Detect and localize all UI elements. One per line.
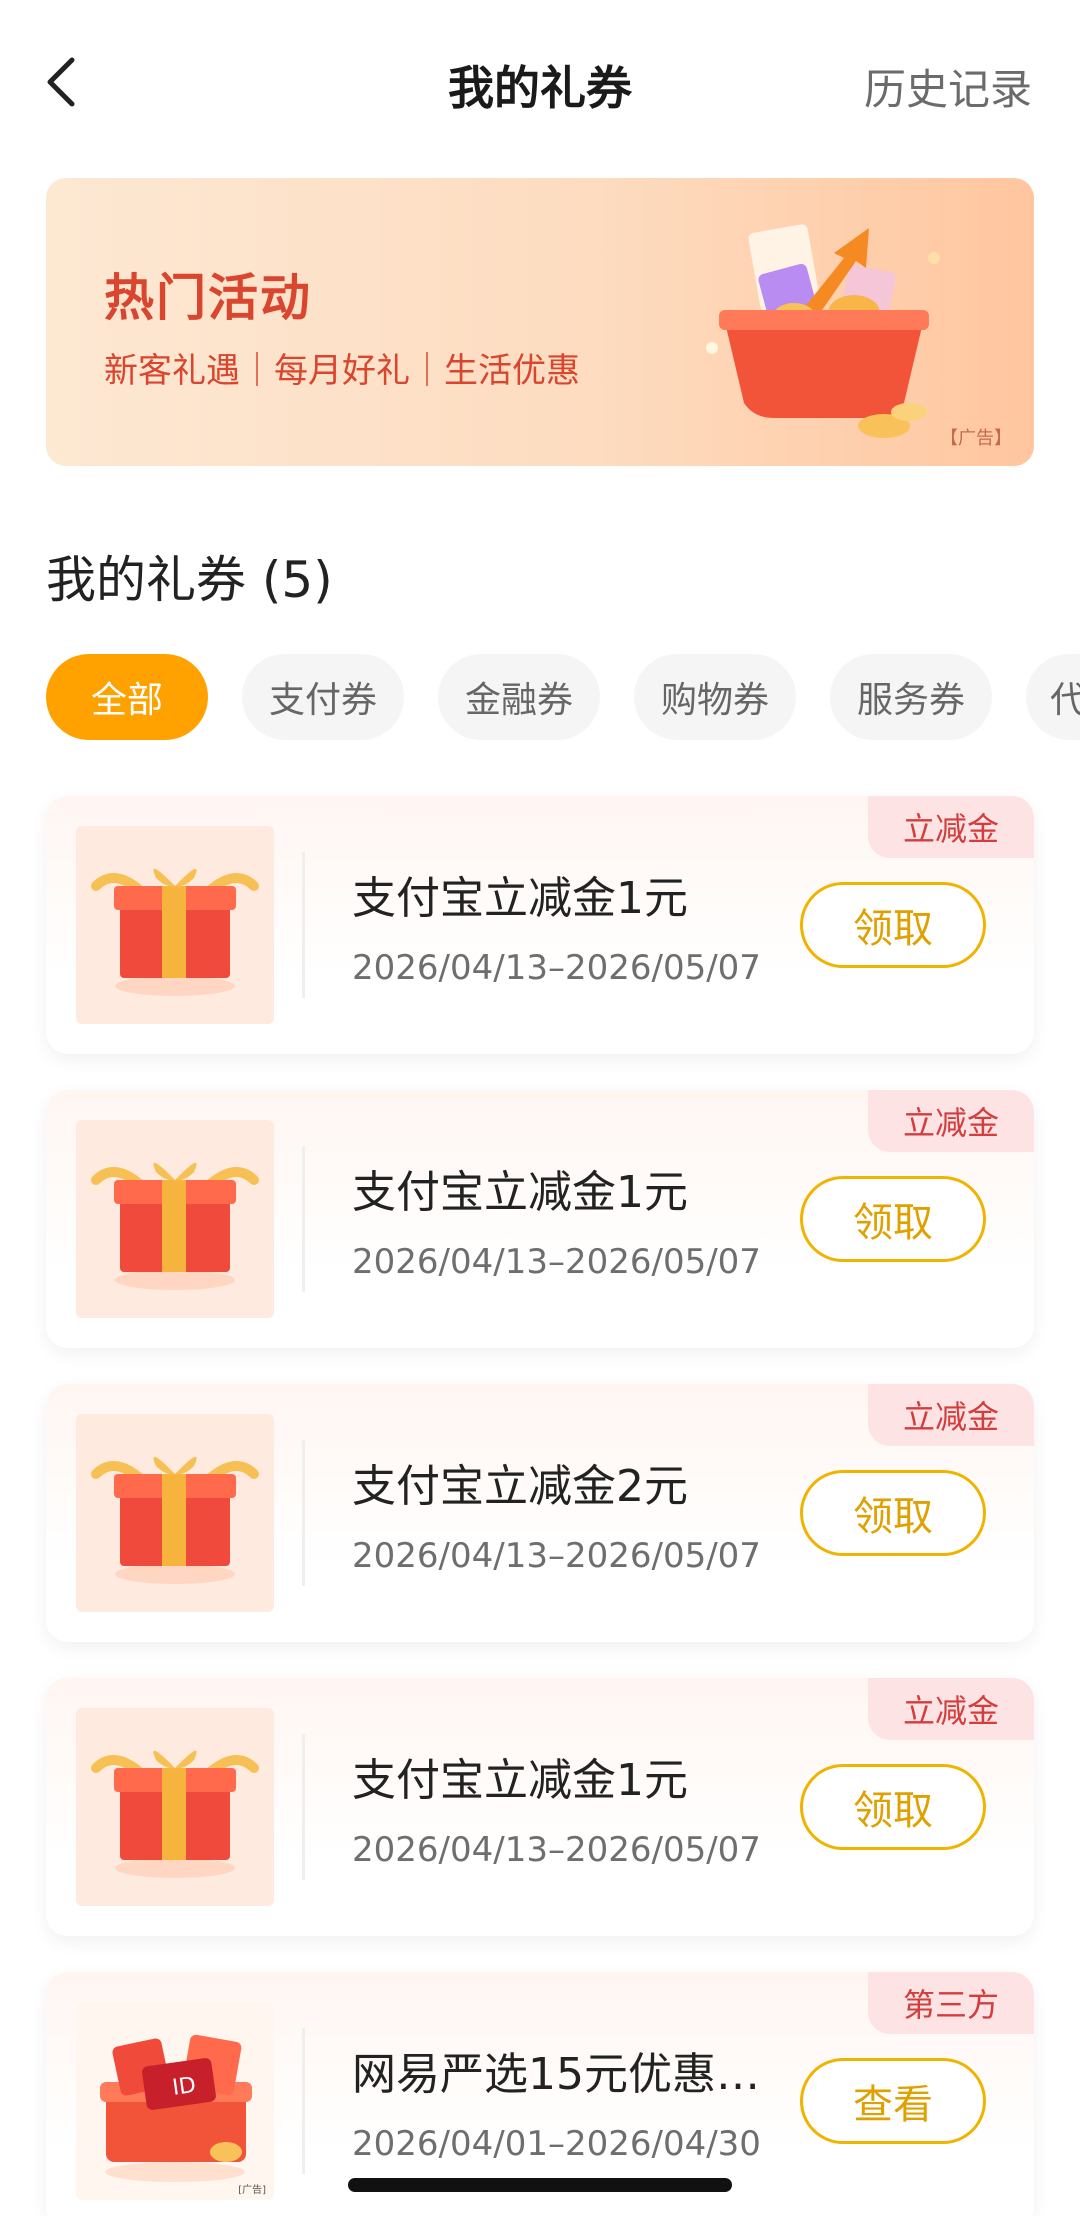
gift-box-icon	[76, 826, 274, 1024]
coupon-validity-date: 2026/04/01–2026/04/30	[352, 2124, 761, 2164]
claim-button[interactable]: 领取	[800, 1764, 986, 1850]
svg-text:ID: ID	[171, 2073, 198, 2101]
coupon-card[interactable]: 支付宝立减金1元 2026/04/13–2026/05/07 领取 立减金	[46, 796, 1034, 1054]
gift-box-icon	[76, 1414, 274, 1612]
coupon-name: 支付宝立减金2元	[352, 1461, 688, 1512]
coupon-card[interactable]: 支付宝立减金1元 2026/04/13–2026/05/07 领取 立减金	[46, 1678, 1034, 1936]
header: 我的礼券 历史记录	[0, 0, 1080, 170]
tab-voucher-partial[interactable]: 代	[1026, 654, 1080, 740]
coupon-type-tag: 立减金	[868, 1678, 1034, 1740]
coupon-type-tag: 第三方	[868, 1972, 1034, 2034]
thumb-ad-tag: [广告]	[238, 2185, 266, 2196]
coupon-validity-date: 2026/04/13–2026/05/07	[352, 1830, 761, 1870]
claim-button[interactable]: 领取	[800, 882, 986, 968]
coupon-validity-date: 2026/04/13–2026/05/07	[352, 1536, 761, 1576]
tab-all[interactable]: 全部	[46, 654, 208, 740]
claim-button[interactable]: 领取	[800, 1176, 986, 1262]
coupon-validity-date: 2026/04/13–2026/05/07	[352, 1242, 761, 1282]
section-title: 我的礼券 (5)	[46, 551, 333, 609]
coupon-type-tag: 立减金	[868, 1384, 1034, 1446]
coupon-card[interactable]: 支付宝立减金1元 2026/04/13–2026/05/07 领取 立减金	[46, 1090, 1034, 1348]
tab-service[interactable]: 服务券	[830, 654, 992, 740]
coupon-name: 支付宝立减金1元	[352, 1167, 688, 1218]
ad-tag: 【广告】	[940, 428, 1012, 449]
gift-box-icon	[76, 1708, 274, 1906]
gift-pile-icon: ID [广告]	[76, 2002, 274, 2200]
coupon-name: 支付宝立减金1元	[352, 873, 688, 924]
promo-banner[interactable]: 热门活动 新客礼遇｜每月好礼｜生活优惠 【广告】	[46, 178, 1034, 466]
tab-payment[interactable]: 支付券	[242, 654, 404, 740]
treasure-basket-icon	[694, 198, 964, 448]
coupon-name: 网易严选15元优惠…	[352, 2049, 760, 2100]
coupon-category-tabs: 全部 支付券 金融券 购物券 服务券 代	[46, 654, 1080, 740]
coupon-type-tag: 立减金	[868, 1090, 1034, 1152]
gift-box-icon	[76, 1120, 274, 1318]
home-indicator[interactable]	[348, 2178, 732, 2192]
coupon-validity-date: 2026/04/13–2026/05/07	[352, 948, 761, 988]
coupon-name: 支付宝立减金1元	[352, 1755, 688, 1806]
view-button[interactable]: 查看	[800, 2058, 986, 2144]
claim-button[interactable]: 领取	[800, 1470, 986, 1556]
coupon-type-tag: 立减金	[868, 796, 1034, 858]
banner-title: 热门活动	[104, 269, 312, 327]
tab-finance[interactable]: 金融券	[438, 654, 600, 740]
coupon-card[interactable]: 支付宝立减金2元 2026/04/13–2026/05/07 领取 立减金	[46, 1384, 1034, 1642]
tab-shopping[interactable]: 购物券	[634, 654, 796, 740]
history-link[interactable]: 历史记录	[864, 56, 1032, 117]
banner-subtitle: 新客礼遇｜每月好礼｜生活优惠	[104, 351, 580, 391]
